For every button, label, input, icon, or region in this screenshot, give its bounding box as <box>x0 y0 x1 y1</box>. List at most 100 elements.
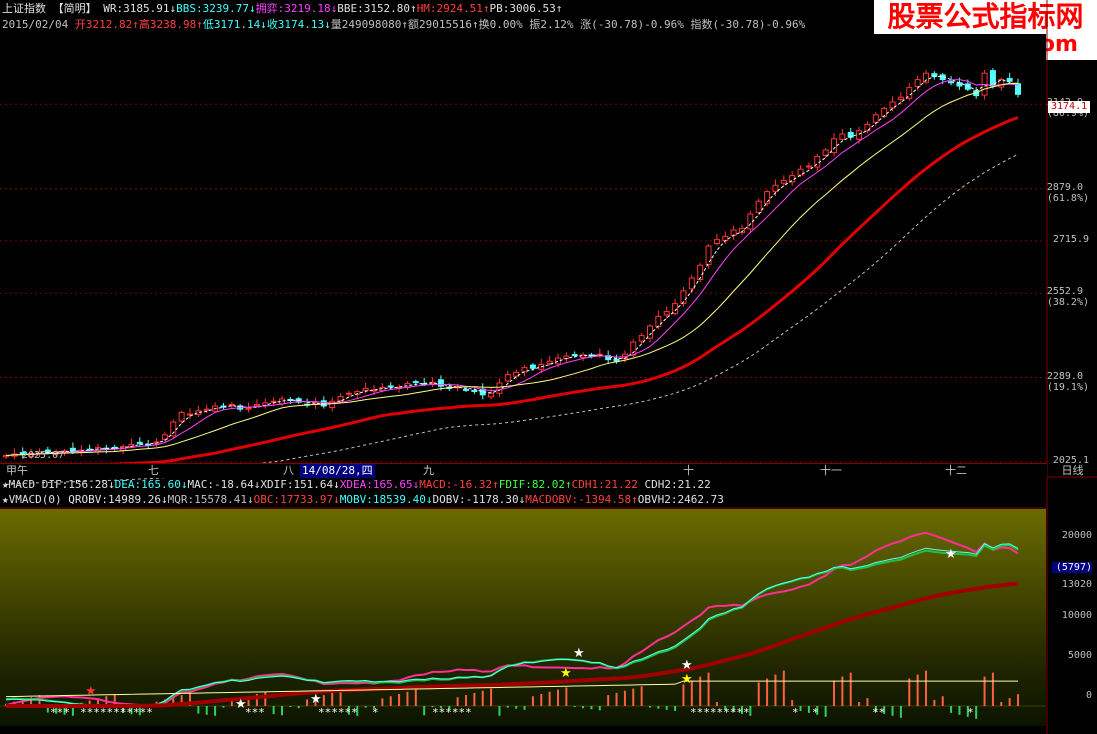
signal-marker: * <box>812 706 819 719</box>
histogram-bar <box>649 706 651 708</box>
candle-body <box>647 325 653 339</box>
candle-body <box>471 390 478 393</box>
histogram-bar <box>473 692 476 706</box>
signal-star-icon: ★ <box>945 547 957 562</box>
histogram-bar <box>833 680 835 706</box>
histogram-bar <box>782 670 785 706</box>
signal-marker: * <box>372 706 379 719</box>
histogram-bar <box>950 706 953 713</box>
macd-field-6: MACD:-16.32↑ <box>419 478 499 491</box>
signal-star-icon: ★ <box>573 646 585 661</box>
candle-body <box>831 138 837 154</box>
histogram-bar <box>272 706 275 715</box>
macd-field-2: DEA:165.60↓ <box>114 478 188 491</box>
candle-body <box>1015 83 1021 95</box>
price-axis-value: 2552.9 <box>1046 286 1083 298</box>
price-axis-value: 2715.9 <box>1052 233 1089 245</box>
time-axis-label: 十二 <box>945 464 967 477</box>
candle-body <box>630 341 637 356</box>
price-axis-value: 2289.0 <box>1046 370 1083 382</box>
histogram-bar <box>465 695 467 706</box>
macd-field-1: DIF:156.28↓ <box>41 478 115 491</box>
price-axis-label: 2289.0 (19.1%) <box>1047 371 1089 393</box>
price-axis-label: 2879.0 (61.8%) <box>1047 182 1089 204</box>
histogram-bar <box>281 706 283 716</box>
histogram-bar <box>749 706 752 716</box>
time-axis-label: 八 <box>283 464 294 477</box>
candle-body <box>504 374 511 382</box>
candle-body <box>253 403 260 407</box>
candle-body <box>170 421 177 437</box>
histogram-bar <box>214 706 217 716</box>
macd-field-3: MAC:-18.64↓ <box>187 478 261 491</box>
candle-body <box>571 354 578 357</box>
time-axis-label: 十一 <box>820 464 842 477</box>
histogram-bar <box>573 706 576 708</box>
candle-body <box>805 165 812 168</box>
macd-field-8: CDH1:21.22 <box>571 478 645 491</box>
candle-body <box>463 388 469 391</box>
candle-body <box>546 360 553 364</box>
histogram-bar <box>941 696 944 706</box>
histogram-bar <box>565 687 568 706</box>
histogram-bar <box>423 706 426 716</box>
price-axis-percent: (38.2%) <box>1046 297 1089 309</box>
candle-body <box>964 83 971 90</box>
signal-marker: ****** <box>318 706 358 719</box>
candle-body <box>228 403 235 406</box>
candle-body <box>178 411 185 422</box>
histogram-bar <box>306 699 309 706</box>
indicator-axis-label: 20000 <box>1061 530 1092 541</box>
candle-body <box>362 387 369 392</box>
candle-body <box>822 149 829 156</box>
indicator-axis-label: 5000 <box>1067 650 1092 661</box>
candle-body <box>872 114 879 123</box>
histogram-bar <box>1008 698 1011 706</box>
candle-body <box>655 315 662 328</box>
indicator-axis-label: (5797) <box>1052 562 1092 573</box>
candle-body <box>856 130 863 140</box>
histogram-bar <box>632 688 635 706</box>
histogram-bar <box>406 691 409 706</box>
current-price-tag: 3174.1 <box>1048 101 1091 113</box>
histogram-bar <box>766 678 769 706</box>
histogram-bar <box>891 706 894 716</box>
macd-field-5: XDEA:165.65↓ <box>339 478 420 491</box>
vmacd-indicator-row[interactable]: ★VMACD(0) QROBV:14989.26↓MQR:15578.41↓OB… <box>2 493 724 507</box>
histogram-bar <box>506 706 509 708</box>
cursor-date-tag: 14/08/28,四 <box>300 464 375 478</box>
stock-chart-canvas[interactable]: ★★ ★★★★★★*** *********** *** ****** * ****** **… <box>0 0 1097 734</box>
histogram-bar <box>389 696 392 706</box>
signal-marker: ********* <box>690 706 750 719</box>
candle-body <box>780 179 787 184</box>
histogram-bar <box>866 698 869 706</box>
histogram-bar <box>364 706 367 708</box>
indicator-axis-label: 13020 <box>1061 579 1092 590</box>
candle-body <box>488 392 495 398</box>
histogram-bar <box>590 706 593 710</box>
indicator-axis-label: 10000 <box>1061 610 1092 621</box>
histogram-bar <box>297 706 300 709</box>
time-axis-label: 甲午 <box>6 464 28 477</box>
histogram-bar <box>205 706 208 715</box>
histogram-bar <box>490 688 493 706</box>
period-button[interactable]: 日线 <box>1048 463 1097 479</box>
histogram-bar <box>582 706 585 709</box>
price-axis-value: 2879.0 <box>1046 181 1083 193</box>
candle-body <box>245 407 252 410</box>
macd-field-0: ★MACD <box>2 478 42 491</box>
histogram-bar <box>548 691 551 706</box>
histogram-bar <box>707 672 710 706</box>
candle-body <box>613 358 620 362</box>
histogram-bar <box>557 689 559 706</box>
histogram-bar <box>858 702 861 706</box>
time-axis-label: 九 <box>423 464 434 477</box>
vmacd-field-4: MOBV:18539.40↓ <box>339 493 433 506</box>
macd-indicator-row[interactable]: ★MACD DIF:156.28↓DEA:165.60↓MAC:-18.64↓ X… <box>2 478 711 492</box>
histogram-bar <box>598 706 601 711</box>
vmacd-field-1: QROBV:14989.26↓ <box>68 493 168 506</box>
histogram-bar <box>515 706 518 709</box>
candle-body <box>136 441 143 444</box>
histogram-bar <box>640 686 643 706</box>
candle-body <box>203 408 210 411</box>
